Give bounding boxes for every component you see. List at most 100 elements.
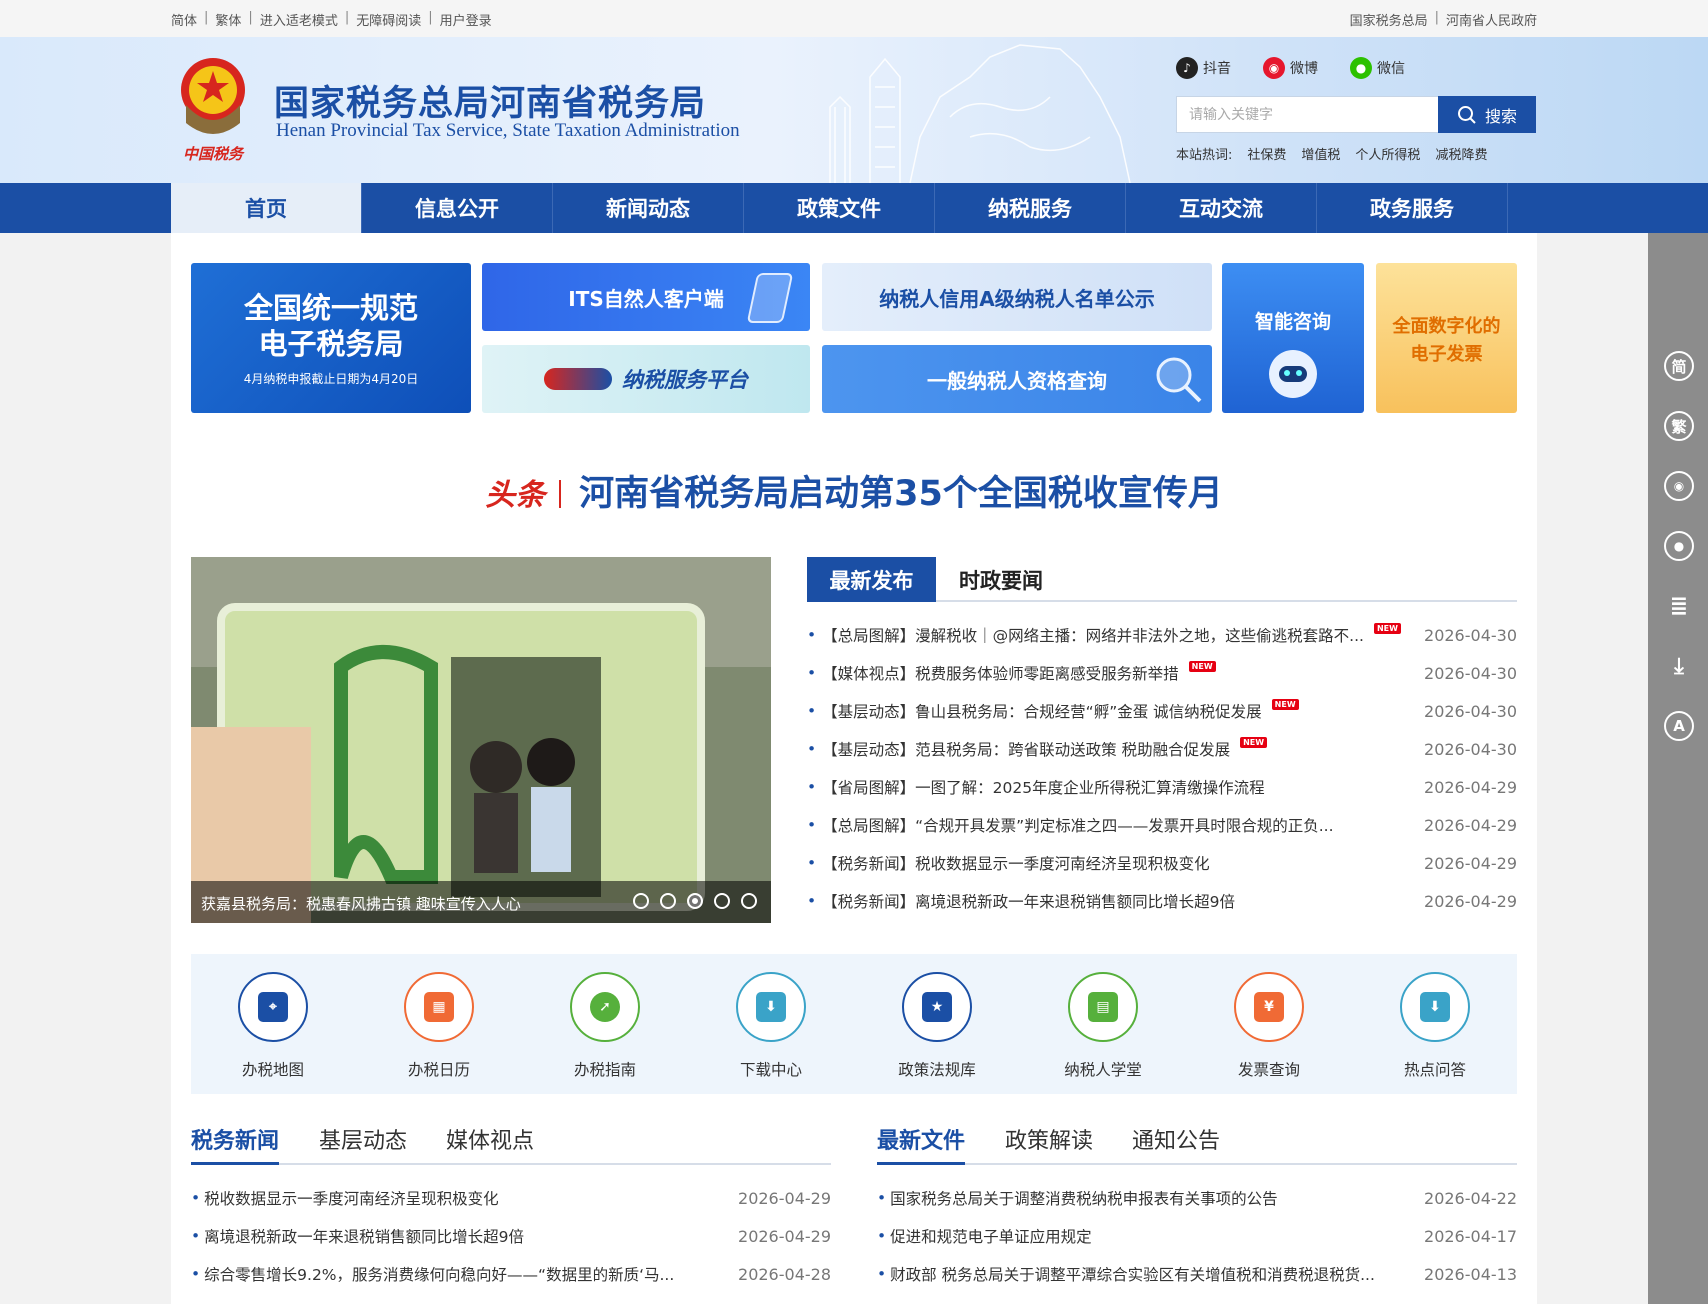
weibo-label: 微博 (1290, 61, 1318, 77)
link-traditional[interactable]: 繁体 (215, 10, 241, 29)
digital-invoice-tile[interactable]: 全面数字化的 电子发票 (1376, 263, 1517, 413)
weibo-sidebar-icon[interactable]: ◉ (1664, 471, 1694, 501)
nav-tax-service[interactable]: 纳税服务 (935, 183, 1126, 233)
wechat-link[interactable]: ● 微信 (1350, 57, 1405, 79)
list-item[interactable]: • 【省局图解】一图了解：2025年度企业所得税汇算清缴操作流程 2026-04-2… (807, 768, 1517, 806)
tab-tax-news[interactable]: 税务新闻 (191, 1117, 280, 1165)
search-icon (1457, 105, 1476, 124)
nav-home[interactable]: 首页 (171, 183, 362, 233)
nav-interaction[interactable]: 互动交流 (1126, 183, 1317, 233)
list-item[interactable]: • 国家税务总局关于调整消费税纳税申报表有关事项的公告 2026-04-22 (877, 1179, 1517, 1217)
tab-latest-release[interactable]: 最新发布 (807, 557, 936, 602)
wechat-label: 微信 (1377, 61, 1405, 77)
service-tax-calendar[interactable]: ▦ 办税日历 (379, 972, 499, 1080)
list-item[interactable]: • 综合零售增长9.2%，服务消费缘何向稳向好——“数据里的新质‘马... 2026… (191, 1255, 831, 1293)
credit-a-list-tile[interactable]: 纳税人信用A级纳税人名单公示 (822, 263, 1212, 331)
carousel-dot-5[interactable] (741, 893, 757, 909)
search-input[interactable] (1176, 96, 1438, 133)
calendar-icon: ▦ (404, 972, 474, 1042)
tab-latest-files[interactable]: 最新文件 (877, 1117, 966, 1165)
list-item[interactable]: • 【总局图解】漫解税收｜@网络主播：网络并非法外之地，这些偷逃税套路不... NE… (807, 616, 1517, 654)
douyin-link[interactable]: ♪ 抖音 (1176, 57, 1231, 79)
carousel-dot-1[interactable] (633, 893, 649, 909)
list-item[interactable]: • 财政部 税务总局关于调整平潭综合实验区有关增值税和消费税退税货... 2026-… (877, 1255, 1517, 1293)
link-elderly-mode[interactable]: 进入适老模式 (260, 10, 338, 29)
carousel-dot-3[interactable] (687, 893, 703, 909)
list-item[interactable]: • 【税务新闻】离境退税新政一年来退税销售额同比增长超9倍 2026-04-29 (807, 882, 1517, 920)
carousel-dot-2[interactable] (660, 893, 676, 909)
link-simplified[interactable]: 简体 (171, 10, 197, 29)
screen-reader-icon[interactable]: ≣ (1664, 591, 1694, 621)
news-date: 2026-04-29 (1424, 892, 1517, 911)
new-badge: NEW (1271, 698, 1299, 710)
service-invoice-query[interactable]: ¥ 发票查询 (1209, 972, 1329, 1080)
national-emblem-logo: 中国税务 (181, 58, 245, 163)
download-sidebar-icon[interactable]: ⤓ (1664, 651, 1694, 681)
service-tax-map[interactable]: ⌖ 办税地图 (213, 972, 333, 1080)
headline-banner[interactable]: 头条 河南省税务局启动第35个全国税收宣传月 (171, 465, 1537, 516)
list-item[interactable]: • 【媒体视点】税费服务体验师零距离感受服务新举措 NEW 2026-04-30 (807, 654, 1517, 692)
weibo-link[interactable]: ◉ 微博 (1263, 57, 1318, 79)
wechat-icon: ● (1350, 57, 1372, 79)
accessibility-icon[interactable]: A (1664, 711, 1694, 741)
tab-grassroots[interactable]: 基层动态 (319, 1117, 407, 1165)
its-client-tile[interactable]: ITS自然人客户端 (482, 263, 810, 331)
list-item[interactable]: • 【基层动态】鲁山县税务局：合规经营“孵”金蛋 诚信纳税促发展 NEW 2026-0… (807, 692, 1517, 730)
service-shortcuts: ⌖ 办税地图 ▦ 办税日历 ➚ 办税指南 ⬇ 下载中心 ★ 政策法规库 ▤ 纳税… (191, 954, 1517, 1094)
etax-bureau-tile[interactable]: 全国统一规范 电子税务局 4月纳税申报截止日期为4月20日 (191, 263, 471, 413)
list-item[interactable]: • 【税务新闻】税收数据显示一季度河南经济呈现积极变化 2026-04-29 (807, 844, 1517, 882)
tab-media-view[interactable]: 媒体视点 (446, 1117, 534, 1165)
file-title: 财政部 税务总局关于调整平潭综合实验区有关增值税和消费税退税货... (890, 1266, 1375, 1284)
tax-service-platform-tile[interactable]: 纳税服务平台 (482, 345, 810, 413)
list-item[interactable]: • 税收数据显示一季度河南经济呈现积极变化 2026-04-29 (191, 1179, 831, 1217)
hot-word-social-security[interactable]: 社保费 (1247, 144, 1286, 163)
list-item[interactable]: • 【基层动态】范县税务局：跨省联动送政策 税助融合促发展 NEW 2026-04-3… (807, 730, 1517, 768)
general-taxpayer-query-tile[interactable]: 一般纳税人资格查询 (822, 345, 1212, 413)
service-hot-qa[interactable]: ⬇ 热点问答 (1375, 972, 1495, 1080)
hot-word-iit[interactable]: 个人所得税 (1355, 144, 1420, 163)
ai-consult-tile[interactable]: 智能咨询 (1222, 263, 1364, 413)
main-content: 全国统一规范 电子税务局 4月纳税申报截止日期为4月20日 ITS自然人客户端 … (171, 233, 1537, 1304)
service-download-center[interactable]: ⬇ 下载中心 (711, 972, 831, 1080)
service-label: 热点问答 (1403, 1061, 1466, 1079)
list-item[interactable]: • 促进和规范电子单证应用规定 2026-04-17 (877, 1217, 1517, 1255)
service-label: 办税日历 (407, 1061, 470, 1079)
news-date: 2026-04-29 (1424, 816, 1517, 835)
inbox-icon: ⬇ (1400, 972, 1470, 1042)
service-policy-library[interactable]: ★ 政策法规库 (877, 972, 997, 1080)
tax-news-tabs: 税务新闻 基层动态 媒体视点 (191, 1117, 831, 1165)
news-carousel[interactable]: 获嘉县税务局：税惠春风拂古镇 趣味宣传入人心 (191, 557, 771, 923)
nav-policy[interactable]: 政策文件 (744, 183, 935, 233)
service-label: 下载中心 (739, 1061, 802, 1079)
book-icon: ★ (902, 972, 972, 1042)
tab-notices[interactable]: 通知公告 (1132, 1117, 1220, 1165)
service-tax-guide[interactable]: ➚ 办税指南 (545, 972, 665, 1080)
hot-word-vat[interactable]: 增值税 (1301, 144, 1340, 163)
search-button[interactable]: 搜索 (1438, 96, 1536, 133)
list-item[interactable]: • 【总局图解】“合规开具发票”判定标准之四——发票开具时限合规的正负... 202… (807, 806, 1517, 844)
tab-policy-interpretation[interactable]: 政策解读 (1005, 1117, 1093, 1165)
link-user-login[interactable]: 用户登录 (440, 10, 492, 29)
news-date: 2026-04-29 (738, 1189, 831, 1208)
link-sta[interactable]: 国家税务总局 (1350, 10, 1428, 29)
site-subtitle: Henan Provincial Tax Service, State Taxa… (276, 120, 740, 141)
nav-info-disclosure[interactable]: 信息公开 (362, 183, 553, 233)
traditional-toggle-icon[interactable]: 繁 (1664, 411, 1694, 441)
hot-words-label: 本站热词: (1176, 148, 1233, 163)
search-bar: 搜索 (1176, 96, 1536, 133)
news-date: 2026-04-29 (1424, 778, 1517, 797)
list-item[interactable]: • 离境退税新政一年来退税销售额同比增长超9倍 2026-04-29 (191, 1217, 831, 1255)
hot-word-tax-cut[interactable]: 减税降费 (1435, 144, 1487, 163)
wechat-sidebar-icon[interactable]: ● (1664, 531, 1694, 561)
simplified-toggle-icon[interactable]: 简 (1664, 351, 1694, 381)
nav-news[interactable]: 新闻动态 (553, 183, 744, 233)
service-taxpayer-school[interactable]: ▤ 纳税人学堂 (1043, 972, 1163, 1080)
nav-gov-service[interactable]: 政务服务 (1317, 183, 1508, 233)
tab-current-affairs[interactable]: 时政要闻 (936, 557, 1066, 602)
link-accessible-reading[interactable]: 无障碍阅读 (356, 10, 421, 29)
carousel-image (191, 557, 771, 923)
news-title: 【基层动态】鲁山县税务局：合规经营“孵”金蛋 诚信纳税促发展 (822, 703, 1262, 721)
carousel-dot-4[interactable] (714, 893, 730, 909)
site-title: 国家税务总局河南省税务局 (274, 84, 707, 124)
link-henan-gov[interactable]: 河南省人民政府 (1446, 10, 1537, 29)
